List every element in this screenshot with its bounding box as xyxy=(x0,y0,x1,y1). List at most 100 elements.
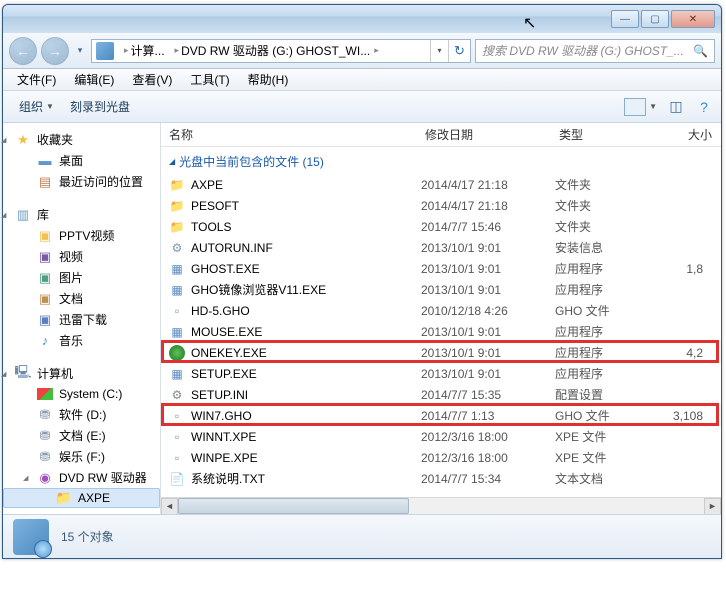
folder-icon: 📁 xyxy=(169,177,185,193)
menu-help[interactable]: 帮助(H) xyxy=(240,69,297,90)
col-size[interactable]: 大小 xyxy=(645,126,721,143)
file-row[interactable]: ONEKEY.EXE2013/10/1 9:01应用程序4,2 xyxy=(161,342,721,363)
exe-icon: ▦ xyxy=(169,261,185,277)
col-name[interactable]: 名称 xyxy=(161,126,417,143)
menu-view[interactable]: 查看(V) xyxy=(124,69,180,90)
file-row[interactable]: ▫WIN7.GHO2014/7/7 1:13GHO 文件3,108 xyxy=(161,405,721,426)
group-header[interactable]: ◢ 光盘中当前包含的文件 (15) xyxy=(161,147,721,174)
file-row[interactable]: 📁PESOFT2014/4/17 21:18文件夹 xyxy=(161,195,721,216)
file-row[interactable]: ▦GHOST.EXE2013/10/1 9:01应用程序1,8 xyxy=(161,258,721,279)
file-type: 文本文档 xyxy=(555,470,649,487)
file-row[interactable]: 📄系统说明.TXT2014/7/7 15:34文本文档 xyxy=(161,468,721,489)
file-type: 应用程序 xyxy=(555,344,649,361)
tree-favorites[interactable]: ★收藏夹 xyxy=(3,129,160,150)
gho-icon: ▫ xyxy=(169,408,185,424)
file-row[interactable]: ▫HD-5.GHO2010/12/18 4:26GHO 文件 xyxy=(161,300,721,321)
minimize-button[interactable]: — xyxy=(611,10,639,28)
burn-button[interactable]: 刻录到光盘 xyxy=(62,94,138,119)
gho-icon: ▫ xyxy=(169,303,185,319)
maximize-button[interactable]: ▢ xyxy=(641,10,669,28)
tree-drive-d[interactable]: ⛃软件 (D:) xyxy=(3,404,160,425)
preview-pane-button[interactable]: ◫ xyxy=(667,98,685,116)
cursor-icon: ↖ xyxy=(523,13,536,33)
file-rows: 📁AXPE2014/4/17 21:18文件夹📁PESOFT2014/4/17 … xyxy=(161,174,721,497)
tree-documents[interactable]: ▣文档 xyxy=(3,288,160,309)
tree-drive-f[interactable]: ⛃娱乐 (F:) xyxy=(3,446,160,467)
navigation-bar: ← → ▾ ▸计算... ▸DVD RW 驱动器 (G:) GHOST_WI..… xyxy=(3,33,721,69)
col-date[interactable]: 修改日期 xyxy=(417,126,551,143)
file-row[interactable]: 📁TOOLS2014/7/7 15:46文件夹 xyxy=(161,216,721,237)
help-button[interactable]: ? xyxy=(695,98,713,116)
history-dropdown[interactable]: ▾ xyxy=(73,37,87,65)
menu-edit[interactable]: 编辑(E) xyxy=(66,69,122,90)
file-row[interactable]: ▫WINNT.XPE2012/3/16 18:00XPE 文件 xyxy=(161,426,721,447)
onekey-icon xyxy=(169,345,185,361)
file-date: 2014/4/17 21:18 xyxy=(421,178,555,192)
tree-pptv[interactable]: ▣PPTV视频 xyxy=(3,225,160,246)
organize-button[interactable]: 组织▼ xyxy=(11,94,62,119)
search-input[interactable]: 搜索 DVD RW 驱动器 (G:) GHOST_... 🔍 xyxy=(475,39,715,63)
file-row[interactable]: ▦GHO镜像浏览器V11.EXE2013/10/1 9:01应用程序 xyxy=(161,279,721,300)
status-bar: 15 个对象 xyxy=(3,514,721,558)
scroll-right-arrow[interactable]: ► xyxy=(704,498,721,515)
file-name: WINPE.XPE xyxy=(191,451,421,465)
exe-icon: ▦ xyxy=(169,282,185,298)
txt-icon: 📄 xyxy=(169,471,185,487)
file-row[interactable]: ▦SETUP.EXE2013/10/1 9:01应用程序 xyxy=(161,363,721,384)
tree-drive-g[interactable]: ◉DVD RW 驱动器 xyxy=(3,467,160,488)
ini-icon: ⚙ xyxy=(169,387,185,403)
file-type: 应用程序 xyxy=(555,323,649,340)
back-button[interactable]: ← xyxy=(9,37,37,65)
tree-computer[interactable]: 🖳计算机 xyxy=(3,363,160,384)
navigation-tree: ★收藏夹 ▬桌面 ▤最近访问的位置 ▥库 ▣PPTV视频 ▣视频 ▣图片 ▣文档… xyxy=(3,123,161,514)
file-row[interactable]: ⚙AUTORUN.INF2013/10/1 9:01安装信息 xyxy=(161,237,721,258)
drive-icon xyxy=(96,42,114,60)
close-button[interactable]: ✕ xyxy=(671,10,715,28)
tree-videos[interactable]: ▣视频 xyxy=(3,246,160,267)
tree-desktop[interactable]: ▬桌面 xyxy=(3,150,160,171)
file-name: SETUP.INI xyxy=(191,388,421,402)
xpe-icon: ▫ xyxy=(169,429,185,445)
scroll-left-arrow[interactable]: ◄ xyxy=(161,498,178,515)
address-bar[interactable]: ▸计算... ▸DVD RW 驱动器 (G:) GHOST_WI...▸ ▾ ↻ xyxy=(91,39,471,63)
file-date: 2013/10/1 9:01 xyxy=(421,241,555,255)
file-row[interactable]: ▦MOUSE.EXE2013/10/1 9:01应用程序 xyxy=(161,321,721,342)
tree-recent[interactable]: ▤最近访问的位置 xyxy=(3,171,160,192)
file-name: TOOLS xyxy=(191,220,421,234)
titlebar: ↖ — ▢ ✕ xyxy=(3,5,721,33)
file-row[interactable]: 📁AXPE2014/4/17 21:18文件夹 xyxy=(161,174,721,195)
file-name: MOUSE.EXE xyxy=(191,325,421,339)
file-date: 2013/10/1 9:01 xyxy=(421,325,555,339)
file-type: XPE 文件 xyxy=(555,428,649,445)
refresh-button[interactable]: ↻ xyxy=(448,40,470,62)
file-size: 1,8 xyxy=(649,262,721,276)
address-dropdown[interactable]: ▾ xyxy=(430,40,448,62)
tree-drive-c[interactable]: System (C:) xyxy=(3,384,160,404)
file-row[interactable]: ⚙SETUP.INI2014/7/7 15:35配置设置 xyxy=(161,384,721,405)
menu-file[interactable]: 文件(F) xyxy=(9,69,64,90)
file-row[interactable]: ▫WINPE.XPE2012/3/16 18:00XPE 文件 xyxy=(161,447,721,468)
menu-bar: 文件(F) 编辑(E) 查看(V) 工具(T) 帮助(H) xyxy=(3,69,721,91)
file-type: 应用程序 xyxy=(555,281,649,298)
file-date: 2013/10/1 9:01 xyxy=(421,262,555,276)
tree-pictures[interactable]: ▣图片 xyxy=(3,267,160,288)
tree-music[interactable]: ♪音乐 xyxy=(3,330,160,351)
col-type[interactable]: 类型 xyxy=(551,126,645,143)
file-name: GHO镜像浏览器V11.EXE xyxy=(191,281,421,298)
folder-icon: 📁 xyxy=(169,198,185,214)
forward-button[interactable]: → xyxy=(41,37,69,65)
scroll-thumb[interactable] xyxy=(178,498,409,514)
tree-downloads[interactable]: ▣迅雷下载 xyxy=(3,309,160,330)
view-mode-button[interactable]: ▼ xyxy=(624,98,657,116)
status-icon xyxy=(13,519,49,555)
file-name: PESOFT xyxy=(191,199,421,213)
menu-tools[interactable]: 工具(T) xyxy=(182,69,237,90)
exe-icon: ▦ xyxy=(169,366,185,382)
file-date: 2014/7/7 15:35 xyxy=(421,388,555,402)
file-type: XPE 文件 xyxy=(555,449,649,466)
tree-libraries[interactable]: ▥库 xyxy=(3,204,160,225)
tree-drive-e[interactable]: ⛃文档 (E:) xyxy=(3,425,160,446)
tree-axpe[interactable]: 📁AXPE xyxy=(3,488,160,508)
file-name: WINNT.XPE xyxy=(191,430,421,444)
horizontal-scrollbar[interactable]: ◄ ► xyxy=(161,497,721,514)
